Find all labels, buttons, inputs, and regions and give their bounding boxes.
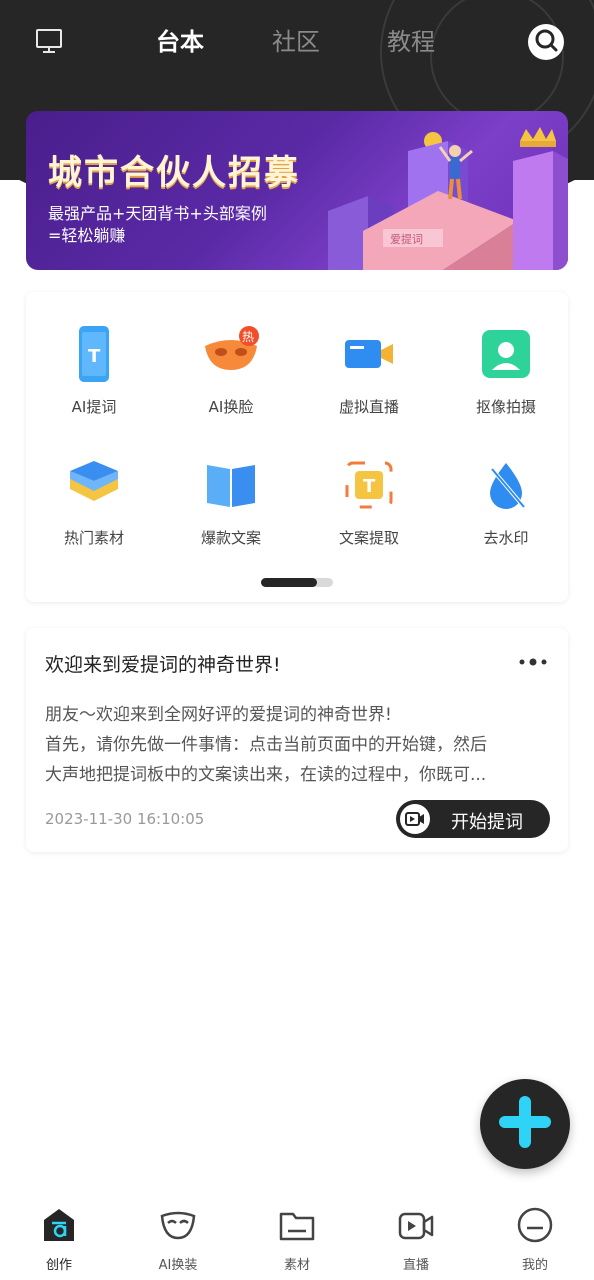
tool-viral-copy[interactable]: 爆款文案 bbox=[171, 455, 291, 565]
nav-create[interactable]: 创作 bbox=[0, 1196, 118, 1280]
tool-label: 热门素材 bbox=[63, 529, 124, 547]
create-icon bbox=[40, 1206, 78, 1244]
script-date: 2023-11-30 16:10:05 bbox=[45, 810, 205, 828]
tool-label: AI提词 bbox=[71, 398, 117, 416]
tool-label: 去水印 bbox=[483, 529, 529, 547]
nav-ai-dress[interactable]: AI换装 bbox=[119, 1196, 237, 1280]
book-icon bbox=[201, 455, 261, 515]
script-line: 首先，请你先做一件事情：点击当前页面中的开始键，然后 bbox=[45, 735, 487, 755]
script-preview: 朋友～欢迎来到全网好评的爱提词的神奇世界! 首先，请你先做一件事情：点击当前页面… bbox=[45, 700, 550, 790]
video-camera-icon bbox=[339, 324, 399, 384]
tool-ai-faceswap[interactable]: 热 AI换脸 bbox=[171, 324, 291, 434]
plus-icon bbox=[495, 1092, 555, 1156]
bottom-nav: 创作 AI换装 素材 直播 我的 bbox=[0, 1196, 594, 1280]
top-bar: 台本 社区 教程 bbox=[0, 0, 594, 84]
layers-icon bbox=[64, 455, 124, 515]
start-prompter-label: 开始提词 bbox=[451, 812, 523, 833]
tool-label: 文案提取 bbox=[338, 529, 399, 547]
banner-title: 城市合伙人招募 bbox=[48, 153, 300, 193]
start-prompter-button[interactable]: 开始提词 bbox=[396, 800, 550, 838]
teleprompter-phone-icon: T bbox=[64, 324, 124, 384]
tool-cutout-shoot[interactable]: 抠像拍摄 bbox=[446, 324, 566, 434]
nav-label: 直播 bbox=[402, 1258, 429, 1273]
nav-label: 我的 bbox=[521, 1258, 548, 1273]
hot-badge: 热 bbox=[242, 330, 254, 344]
profile-face-icon bbox=[516, 1206, 554, 1244]
nav-label: 素材 bbox=[283, 1258, 310, 1273]
text-extract-icon: T bbox=[339, 455, 399, 515]
script-card[interactable]: 欢迎来到爱提词的神奇世界! 朋友～欢迎来到全网好评的爱提词的神奇世界! 首先，请… bbox=[26, 628, 568, 852]
page-indicator bbox=[261, 578, 333, 587]
tools-card: T AI提词 热 AI换脸 虚拟直播 抠像拍摄 热门素材 爆款文案 T 文案提取… bbox=[26, 292, 568, 602]
more-icon[interactable] bbox=[518, 654, 550, 670]
nav-materials[interactable]: 素材 bbox=[238, 1196, 356, 1280]
nav-live[interactable]: 直播 bbox=[357, 1196, 475, 1280]
live-camera-icon bbox=[397, 1206, 435, 1244]
portrait-icon bbox=[476, 324, 536, 384]
svg-text:T: T bbox=[363, 476, 376, 497]
promo-banner[interactable]: 城市合伙人招募 最强产品+天团背书+头部案例 =轻松躺赚 爱提词 bbox=[26, 111, 568, 270]
tool-copy-extract[interactable]: T 文案提取 bbox=[309, 455, 429, 565]
tool-label: 虚拟直播 bbox=[338, 398, 399, 416]
mask-icon: 热 bbox=[201, 324, 261, 384]
tab-community[interactable]: 社区 bbox=[272, 22, 320, 57]
banner-subtitle-line: 最强产品+天团背书+头部案例 bbox=[48, 204, 267, 223]
script-line: 大声地把提词板中的文案读出来，在读的过程中，你既可... bbox=[45, 765, 487, 785]
tool-label: AI换脸 bbox=[208, 398, 254, 416]
search-button[interactable] bbox=[528, 24, 564, 60]
folder-icon bbox=[278, 1206, 316, 1244]
tool-label: 抠像拍摄 bbox=[475, 398, 536, 416]
nav-label: AI换装 bbox=[158, 1258, 198, 1273]
tool-label: 爆款文案 bbox=[200, 529, 261, 547]
search-icon bbox=[533, 27, 559, 57]
tab-script[interactable]: 台本 bbox=[156, 22, 204, 57]
tool-virtual-live[interactable]: 虚拟直播 bbox=[309, 324, 429, 434]
tab-tutorial[interactable]: 教程 bbox=[387, 22, 435, 57]
banner-illustration: 爱提词 bbox=[328, 127, 568, 270]
video-play-icon bbox=[400, 804, 430, 834]
banner-subtitle-line: =轻松躺赚 bbox=[48, 226, 126, 245]
building-sign: 爱提词 bbox=[390, 233, 423, 246]
header-tabs: 台本 社区 教程 bbox=[0, 22, 594, 62]
page-indicator-active bbox=[261, 578, 317, 587]
tool-hot-materials[interactable]: 热门素材 bbox=[34, 455, 154, 565]
add-script-button[interactable] bbox=[480, 1079, 570, 1169]
banner-subtitle: 最强产品+天团背书+头部案例 =轻松躺赚 bbox=[48, 203, 267, 247]
tool-ai-teleprompter[interactable]: T AI提词 bbox=[34, 324, 154, 434]
script-title: 欢迎来到爱提词的神奇世界! bbox=[45, 654, 281, 676]
nav-label: 创作 bbox=[45, 1258, 72, 1273]
tool-remove-watermark[interactable]: 去水印 bbox=[446, 455, 566, 565]
svg-text:T: T bbox=[88, 346, 101, 367]
mask-outline-icon bbox=[159, 1206, 197, 1244]
nav-profile[interactable]: 我的 bbox=[476, 1196, 594, 1280]
no-watermark-icon bbox=[476, 455, 536, 515]
script-line: 朋友～欢迎来到全网好评的爱提词的神奇世界! bbox=[45, 705, 392, 725]
